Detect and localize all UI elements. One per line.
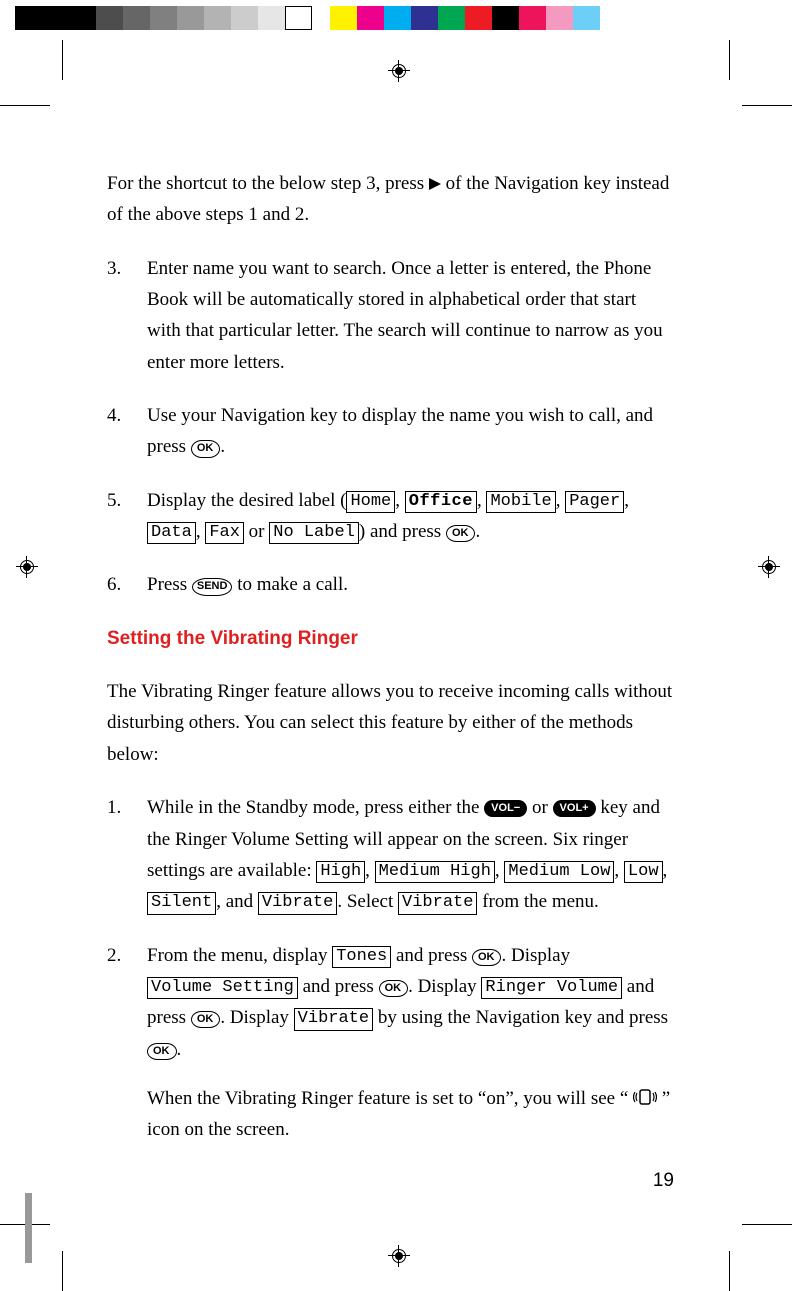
setting-vibrate: Vibrate — [258, 892, 337, 914]
label-mobile: Mobile — [486, 491, 555, 513]
ok-key-icon: OK — [191, 1011, 221, 1028]
ok-key-icon: OK — [446, 525, 476, 542]
vibrate-icon — [633, 1085, 657, 1103]
step-6: 6. Press SEND to make a call. — [107, 569, 673, 600]
shortcut-note: For the shortcut to the below step 3, pr… — [107, 168, 673, 231]
step-4: 4. Use your Navigation key to display th… — [107, 400, 673, 463]
setting-high: High — [316, 861, 365, 883]
setting-medium-high: Medium High — [375, 861, 495, 883]
label-fax: Fax — [205, 522, 244, 544]
label-office: Office — [405, 491, 477, 513]
vol-minus-key-icon: VOL− — [484, 800, 527, 817]
section-heading: Setting the Vibrating Ringer — [107, 623, 673, 654]
step-5: 5. Display the desired label (Home, Offi… — [107, 485, 673, 548]
label-no-label: No Label — [269, 522, 359, 544]
ok-key-icon: OK — [147, 1043, 177, 1060]
vibrate-step-1: 1. While in the Standby mode, press eith… — [107, 792, 673, 917]
registration-mark-icon — [388, 60, 410, 82]
page-number: 19 — [653, 1170, 674, 1192]
setting-vibrate-select: Vibrate — [398, 892, 477, 914]
label-data: Data — [147, 522, 196, 544]
setting-medium-low: Medium Low — [504, 861, 614, 883]
vol-plus-key-icon: VOL+ — [553, 800, 596, 817]
registration-mark-icon — [758, 556, 780, 578]
send-key-icon: SEND — [192, 578, 233, 595]
step-3: 3. Enter name you want to search. Once a… — [107, 253, 673, 378]
setting-low: Low — [624, 861, 663, 883]
menu-tones: Tones — [332, 946, 391, 968]
menu-ringer-volume: Ringer Volume — [481, 977, 622, 999]
setting-silent: Silent — [147, 892, 216, 914]
nav-right-icon — [429, 178, 441, 190]
ok-key-icon: OK — [379, 980, 409, 997]
binding-shadow — [25, 1193, 32, 1263]
ok-key-icon: OK — [191, 440, 221, 457]
menu-vibrate: Vibrate — [294, 1008, 373, 1030]
menu-volume-setting: Volume Setting — [147, 977, 298, 999]
label-pager: Pager — [565, 491, 624, 513]
ok-key-icon: OK — [472, 949, 502, 966]
color-bar-colors — [330, 6, 600, 30]
page-content: For the shortcut to the below step 3, pr… — [107, 168, 673, 1168]
registration-mark-icon — [388, 1245, 410, 1267]
vibrate-step-2: 2. From the menu, display Tones and pres… — [107, 940, 673, 1146]
color-bar-greyscale — [15, 6, 312, 30]
label-home: Home — [346, 491, 395, 513]
section-intro: The Vibrating Ringer feature allows you … — [107, 676, 673, 770]
registration-mark-icon — [16, 556, 38, 578]
